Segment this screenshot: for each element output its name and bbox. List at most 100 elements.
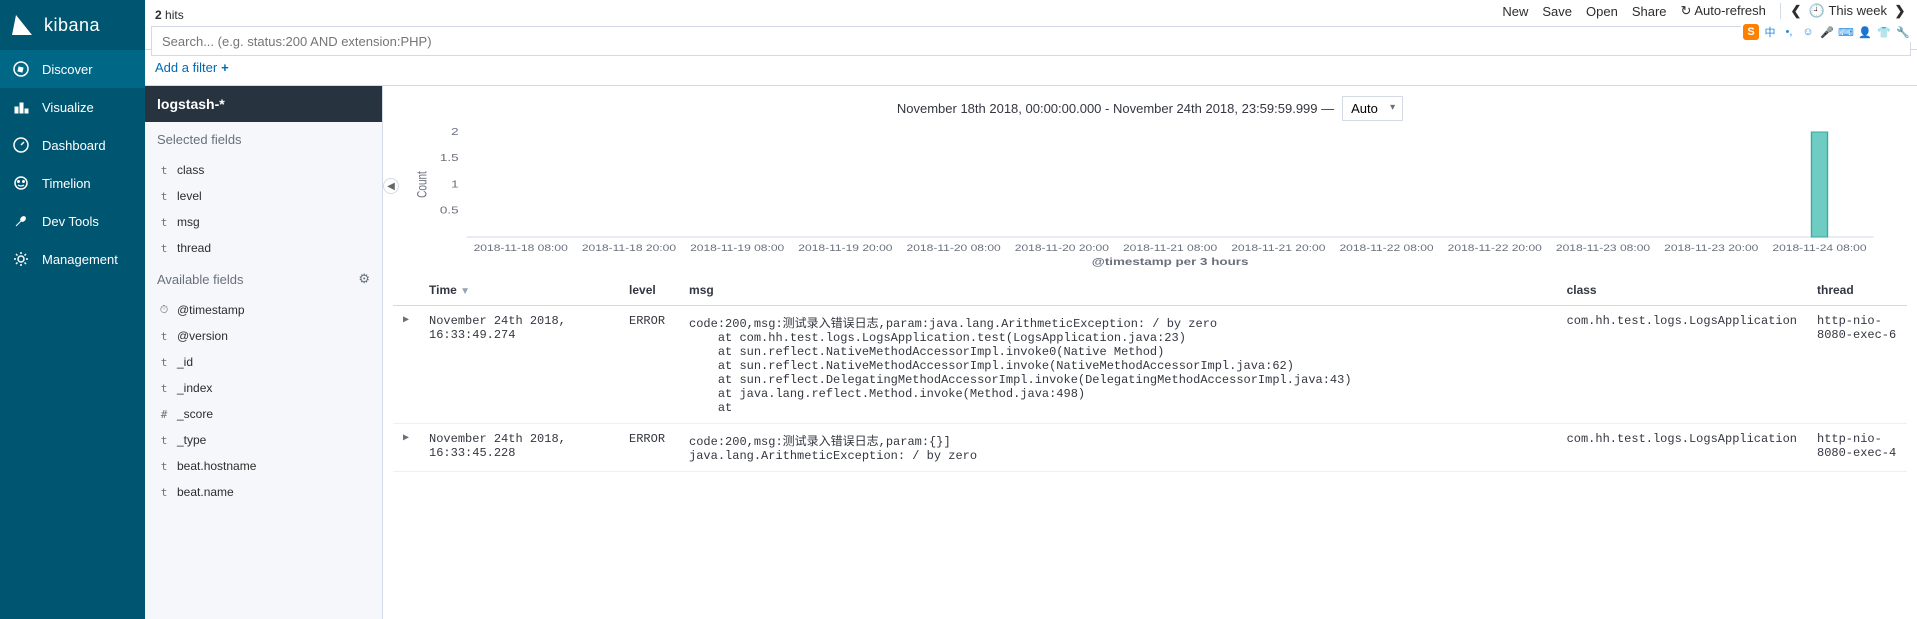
ime-voice-icon[interactable]: 🎤 [1819, 24, 1835, 40]
field-type-icon: t [157, 164, 171, 177]
field-name: level [177, 189, 202, 203]
search-input[interactable] [151, 26, 1911, 56]
ime-tool-icon[interactable]: 🔧 [1895, 24, 1911, 40]
table-row: ▶November 24th 2018, 16:33:49.274ERRORco… [393, 306, 1907, 424]
share-button[interactable]: Share [1632, 4, 1667, 19]
ime-toolbar: S 中 •, ☺ 🎤 ⌨ 👤 👕 🔧 [1741, 22, 1913, 42]
table-row: ▶November 24th 2018, 16:33:45.228ERRORco… [393, 424, 1907, 472]
field-name: beat.hostname [177, 459, 256, 473]
ime-user-icon[interactable]: 👤 [1857, 24, 1873, 40]
field-name: _id [177, 355, 193, 369]
svg-text:2018-11-18 08:00: 2018-11-18 08:00 [474, 243, 568, 253]
sogou-icon[interactable]: S [1743, 24, 1759, 40]
available-fields-header: Available fields ⚙ [145, 261, 382, 297]
svg-text:1: 1 [451, 178, 458, 190]
field-item[interactable]: # _score [145, 401, 382, 427]
field-item[interactable]: t_id [145, 349, 382, 375]
index-pattern-title[interactable]: logstash-* [145, 86, 382, 122]
field-name: @timestamp [177, 303, 245, 317]
field-type-icon: t [157, 330, 171, 343]
interval-select[interactable]: Auto [1342, 96, 1403, 121]
svg-text:@timestamp per 3 hours: @timestamp per 3 hours [1092, 256, 1249, 267]
bar-chart-icon [12, 98, 30, 116]
field-name: _score [177, 407, 213, 421]
field-name: msg [177, 215, 200, 229]
ime-punct-icon[interactable]: •, [1781, 24, 1797, 40]
time-prev-button[interactable]: ❮ [1789, 3, 1803, 19]
nav-management[interactable]: Management [0, 240, 145, 278]
cell-class: com.hh.test.logs.LogsApplication [1557, 306, 1807, 424]
logo[interactable]: kibana [0, 0, 145, 50]
nav-timelion[interactable]: Timelion [0, 164, 145, 202]
svg-text:0.5: 0.5 [440, 204, 459, 216]
svg-text:2018-11-19 08:00: 2018-11-19 08:00 [690, 243, 784, 253]
results-table: Time ▼ level msg class thread ▶November … [393, 275, 1907, 472]
wrench-icon [12, 212, 30, 230]
field-item[interactable]: t @version [145, 323, 382, 349]
cell-level: ERROR [619, 306, 679, 424]
nav-dashboard[interactable]: Dashboard [0, 126, 145, 164]
field-name: _index [177, 381, 212, 395]
ime-skin-icon[interactable]: 👕 [1876, 24, 1892, 40]
histogram-chart[interactable]: 0.511.52Count2018-11-18 08:002018-11-18 … [393, 127, 1907, 267]
face-icon [12, 174, 30, 192]
add-filter-button[interactable]: Add a filter+ [155, 60, 229, 75]
field-type-icon: t [157, 460, 171, 473]
field-name: beat.name [177, 485, 234, 499]
nav-devtools[interactable]: Dev Tools [0, 202, 145, 240]
cell-class: com.hh.test.logs.LogsApplication [1557, 424, 1807, 472]
field-item[interactable]: ⏱ @timestamp [145, 297, 382, 323]
fields-settings-icon[interactable]: ⚙ [358, 271, 370, 287]
field-type-icon: # [157, 408, 171, 421]
svg-text:2018-11-24 08:00: 2018-11-24 08:00 [1772, 243, 1866, 253]
field-item[interactable]: t_type [145, 427, 382, 453]
col-level[interactable]: level [619, 275, 679, 306]
svg-text:2018-11-22 08:00: 2018-11-22 08:00 [1339, 243, 1433, 253]
nav-label: Dev Tools [42, 214, 99, 229]
time-next-button[interactable]: ❯ [1893, 3, 1907, 19]
col-thread[interactable]: thread [1807, 275, 1907, 306]
field-name: class [177, 163, 204, 177]
field-item[interactable]: tlevel [145, 183, 382, 209]
expand-row-button[interactable]: ▶ [393, 306, 419, 424]
svg-text:2018-11-20 20:00: 2018-11-20 20:00 [1015, 243, 1109, 253]
field-item[interactable]: t_index [145, 375, 382, 401]
fields-panel: logstash-* Selected fields tclasstlevelt… [145, 86, 383, 619]
nav-label: Management [42, 252, 118, 267]
cell-thread: http-nio-8080-exec-6 [1807, 306, 1907, 424]
field-item[interactable]: t beat.hostname [145, 453, 382, 479]
field-type-icon: t [157, 216, 171, 229]
cell-time: November 24th 2018, 16:33:45.228 [419, 424, 619, 472]
svg-text:2018-11-21 20:00: 2018-11-21 20:00 [1231, 243, 1325, 253]
time-range-button[interactable]: 🕘 This week [1809, 3, 1887, 19]
field-item[interactable]: tmsg [145, 209, 382, 235]
time-range-label: November 18th 2018, 00:00:00.000 - Novem… [897, 101, 1334, 116]
field-item[interactable]: t beat.name [145, 479, 382, 505]
global-nav: kibana Discover Visualize Dashboard Time… [0, 0, 145, 619]
autorefresh-button[interactable]: ↻ Auto-refresh [1681, 3, 1766, 19]
ime-keyboard-icon[interactable]: ⌨ [1838, 24, 1854, 40]
col-class[interactable]: class [1557, 275, 1807, 306]
collapse-panel-button[interactable]: ◀ [383, 178, 399, 194]
col-time[interactable]: Time ▼ [419, 275, 619, 306]
nav-label: Timelion [42, 176, 91, 191]
new-button[interactable]: New [1502, 4, 1528, 19]
open-button[interactable]: Open [1586, 4, 1618, 19]
expand-row-button[interactable]: ▶ [393, 424, 419, 472]
save-button[interactable]: Save [1542, 4, 1572, 19]
field-type-icon: t [157, 486, 171, 499]
ime-lang-icon[interactable]: 中 [1762, 24, 1778, 40]
ime-emoji-icon[interactable]: ☺ [1800, 24, 1816, 40]
field-item[interactable]: tclass [145, 157, 382, 183]
svg-text:2018-11-21 08:00: 2018-11-21 08:00 [1123, 243, 1217, 253]
field-type-icon: ⏱ [157, 303, 171, 317]
field-name: @version [177, 329, 228, 343]
nav-visualize[interactable]: Visualize [0, 88, 145, 126]
field-item[interactable]: tthread [145, 235, 382, 261]
svg-text:2018-11-22 20:00: 2018-11-22 20:00 [1448, 243, 1542, 253]
compass-icon [12, 60, 30, 78]
nav-discover[interactable]: Discover [0, 50, 145, 88]
col-msg[interactable]: msg [679, 275, 1557, 306]
nav-label: Visualize [42, 100, 94, 115]
top-actions: New Save Open Share ↻ Auto-refresh ❮ 🕘 T… [1502, 3, 1907, 19]
